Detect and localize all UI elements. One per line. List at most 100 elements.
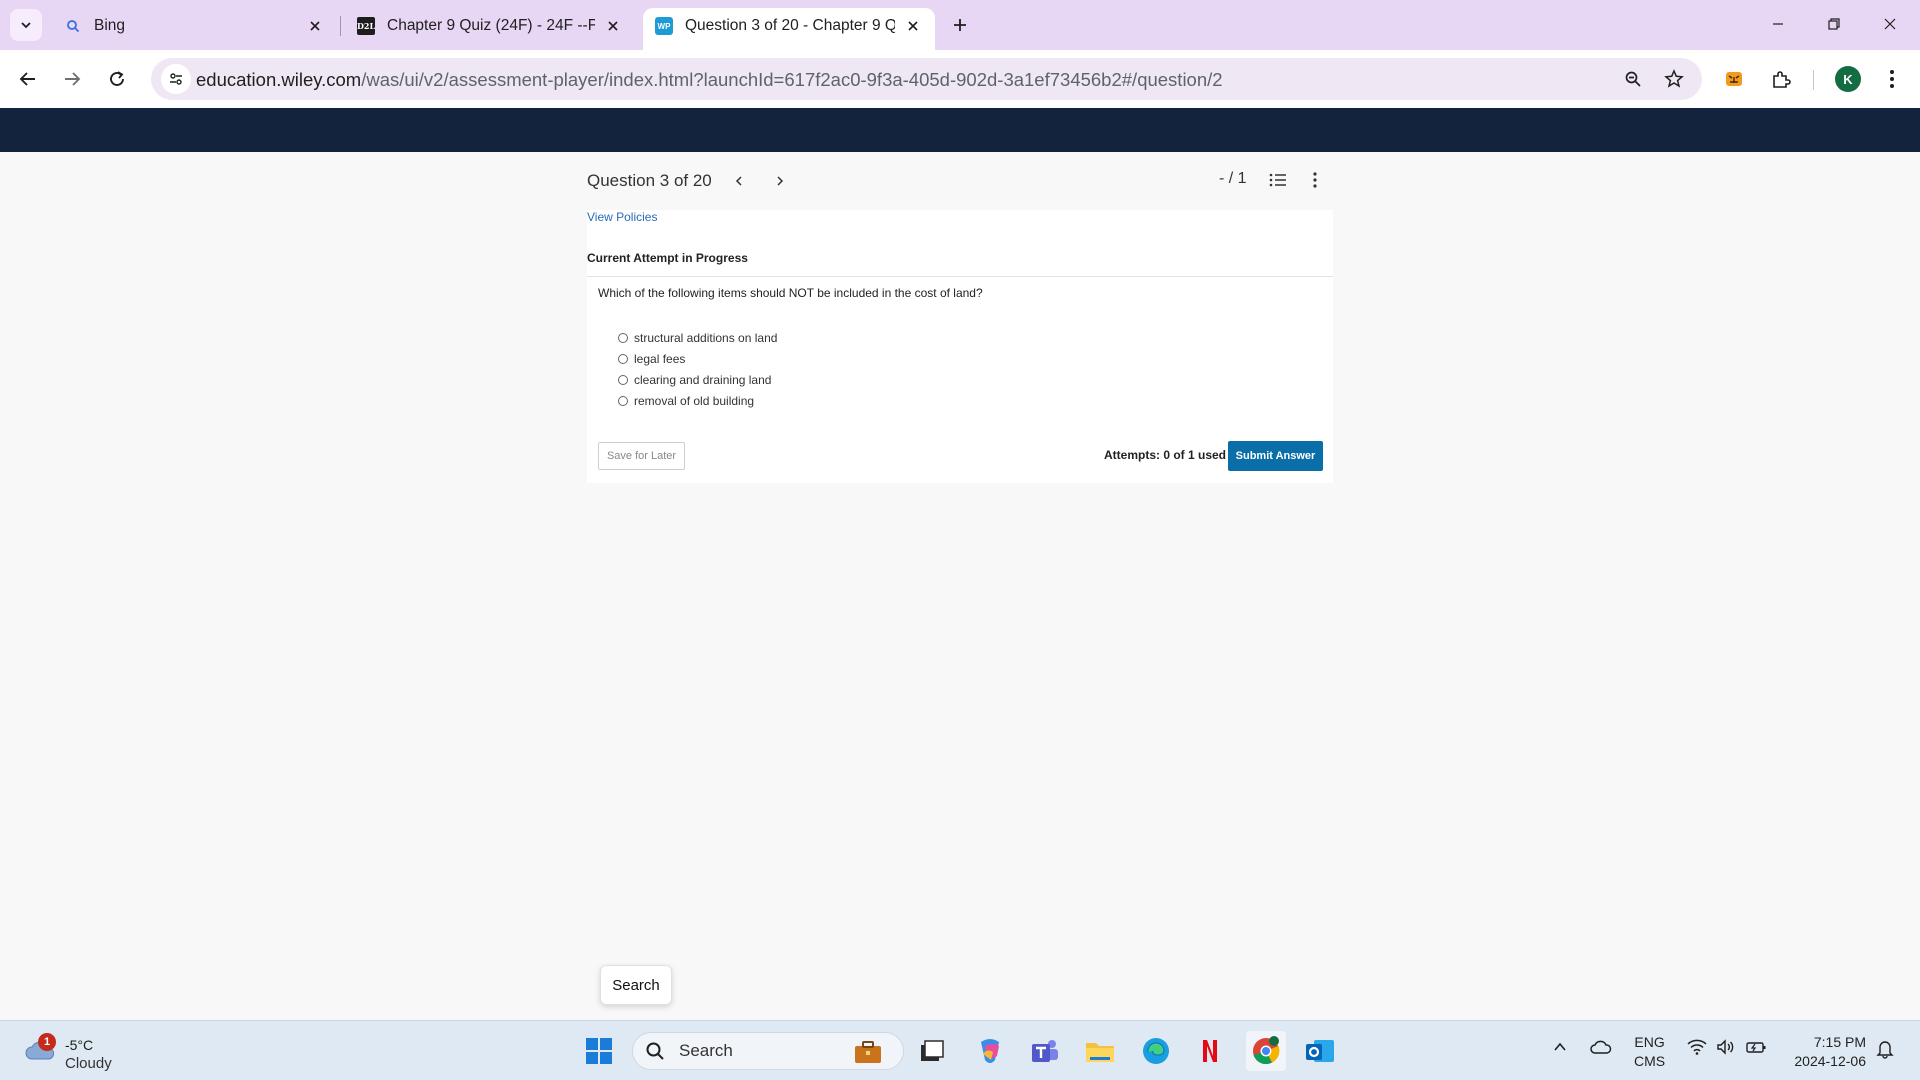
attempts-counter: Attempts: 0 of 1 used xyxy=(1104,448,1227,462)
browser-toolbar: education.wiley.com/was/ui/v2/assessment… xyxy=(0,50,1920,108)
option-label: structural additions on land xyxy=(634,330,778,345)
weather-description: Cloudy xyxy=(65,1055,112,1072)
answer-option[interactable]: removal of old building xyxy=(618,390,777,411)
back-button[interactable] xyxy=(12,63,44,95)
tab-search-button[interactable] xyxy=(10,9,42,41)
system-clock[interactable]: 7:15 PM 2024-12-06 xyxy=(1786,1033,1866,1071)
question-score: - / 1 xyxy=(1219,170,1247,187)
profile-avatar[interactable]: K xyxy=(1835,66,1861,92)
close-icon[interactable] xyxy=(903,16,923,36)
arrow-right-icon xyxy=(65,72,81,86)
restore-icon xyxy=(1828,18,1840,30)
notifications-icon[interactable] xyxy=(1876,1039,1894,1059)
taskbar-search[interactable]: Search xyxy=(632,1032,904,1070)
radio-button[interactable] xyxy=(618,353,628,364)
url-host: education.wiley.com xyxy=(196,69,362,90)
next-question-button[interactable] xyxy=(774,169,786,193)
submit-answer-button[interactable]: Submit Answer xyxy=(1228,441,1323,471)
question-navigator: Question 3 of 20 xyxy=(587,169,712,193)
option-label: legal fees xyxy=(634,351,686,366)
clock-date: 2024-12-06 xyxy=(1794,1053,1866,1069)
chevron-down-icon xyxy=(21,22,31,29)
answer-option[interactable]: legal fees xyxy=(618,348,777,369)
tab-bing[interactable]: Bing xyxy=(52,8,337,50)
site-info-icon[interactable] xyxy=(161,64,191,94)
answer-option[interactable]: clearing and draining land xyxy=(618,369,777,390)
chrome-icon xyxy=(1253,1036,1280,1065)
taskbar-copilot[interactable] xyxy=(970,1031,1010,1071)
outlook-icon xyxy=(1306,1040,1334,1062)
zoom-icon[interactable] xyxy=(1619,65,1647,93)
view-policies-link[interactable]: View Policies xyxy=(587,210,657,224)
url-text[interactable]: education.wiley.com/was/ui/v2/assessment… xyxy=(196,69,1223,91)
volume-icon[interactable] xyxy=(1716,1039,1736,1055)
taskbar-netflix[interactable] xyxy=(1190,1031,1230,1071)
question-list-icon[interactable] xyxy=(1267,169,1289,191)
close-icon xyxy=(1884,18,1896,30)
edge-icon xyxy=(1143,1038,1169,1064)
tab-d2l-quiz[interactable]: D2L Chapter 9 Quiz (24F) - 24F --Fin xyxy=(345,8,635,50)
taskbar-task-view[interactable] xyxy=(912,1031,952,1071)
taskbar-chrome[interactable] xyxy=(1246,1031,1286,1071)
new-tab-button[interactable] xyxy=(946,11,974,39)
search-icon xyxy=(64,17,82,35)
wifi-icon[interactable] xyxy=(1687,1039,1707,1055)
tab-wiley-question[interactable]: WP Question 3 of 20 - Chapter 9 Qu xyxy=(643,8,935,50)
weather-temperature: -5°C xyxy=(65,1037,94,1053)
netflix-icon xyxy=(1203,1040,1217,1062)
url-path: /was/ui/v2/assessment-player/index.html?… xyxy=(361,69,1223,90)
search-label: Search xyxy=(679,1041,733,1060)
close-icon[interactable] xyxy=(603,16,623,36)
weather-widget[interactable]: 1 -5°C Cloudy xyxy=(20,1029,130,1073)
taskbar-file-explorer[interactable] xyxy=(1080,1031,1120,1071)
tab-title: Chapter 9 Quiz (24F) - 24F --Fin xyxy=(387,17,595,34)
more-options-icon[interactable] xyxy=(1304,169,1326,191)
restore-button[interactable] xyxy=(1806,0,1862,48)
browser-menu-icon[interactable] xyxy=(1876,63,1908,95)
answer-option[interactable]: structural additions on land xyxy=(618,327,777,348)
windows-taskbar: 1 -5°C Cloudy Search ENG CMS 7:15 PM 202… xyxy=(0,1020,1920,1080)
save-for-later-button[interactable]: Save for Later xyxy=(598,442,685,470)
reload-icon xyxy=(110,71,124,86)
address-bar[interactable]: education.wiley.com/was/ui/v2/assessment… xyxy=(151,58,1702,100)
taskbar-teams[interactable] xyxy=(1025,1031,1065,1071)
close-icon[interactable] xyxy=(305,16,325,36)
radio-button[interactable] xyxy=(618,395,628,406)
forward-button[interactable] xyxy=(56,63,88,95)
option-label: clearing and draining land xyxy=(634,372,772,387)
arrow-left-icon xyxy=(19,72,35,86)
radio-button[interactable] xyxy=(618,332,628,343)
extensions-puzzle-icon[interactable] xyxy=(1765,63,1797,95)
notification-badge: 1 xyxy=(38,1033,56,1051)
plus-icon xyxy=(954,19,966,31)
d2l-logo-icon: D2L xyxy=(357,17,375,35)
clock-time: 7:15 PM xyxy=(1813,1034,1866,1050)
search-icon xyxy=(646,1042,664,1060)
chevron-left-icon xyxy=(735,176,742,186)
folder-icon xyxy=(1086,1043,1114,1062)
tab-strip: Bing D2L Chapter 9 Quiz (24F) - 24F --Fi… xyxy=(0,0,1920,50)
assessment-page: Question 3 of 20 - / 1 View Policies Cur… xyxy=(0,152,1920,1020)
windows-logo-icon xyxy=(586,1038,612,1064)
teams-icon xyxy=(1032,1040,1058,1062)
previous-question-button[interactable] xyxy=(733,169,745,193)
input-language-indicator[interactable]: ENG CMS xyxy=(1634,1033,1665,1071)
start-button[interactable] xyxy=(579,1031,619,1071)
taskbar-edge[interactable] xyxy=(1136,1031,1176,1071)
tab-title: Bing xyxy=(94,17,126,34)
bookmark-star-icon[interactable] xyxy=(1660,65,1688,93)
extension-tiger-icon[interactable] xyxy=(1718,63,1750,95)
chevron-right-icon xyxy=(777,176,784,186)
battery-icon[interactable] xyxy=(1745,1039,1767,1055)
radio-button[interactable] xyxy=(618,374,628,385)
briefcase-icon xyxy=(855,1041,881,1063)
site-header-bar xyxy=(0,108,1920,152)
show-hidden-icons-button[interactable] xyxy=(1552,1039,1568,1055)
onedrive-icon[interactable] xyxy=(1590,1039,1612,1055)
window-close-button[interactable] xyxy=(1862,0,1918,48)
reload-button[interactable] xyxy=(101,63,133,95)
chevron-up-icon xyxy=(1554,1042,1566,1051)
minimize-button[interactable] xyxy=(1750,0,1806,48)
taskbar-outlook[interactable] xyxy=(1300,1031,1340,1071)
language-code: ENG xyxy=(1634,1034,1665,1050)
